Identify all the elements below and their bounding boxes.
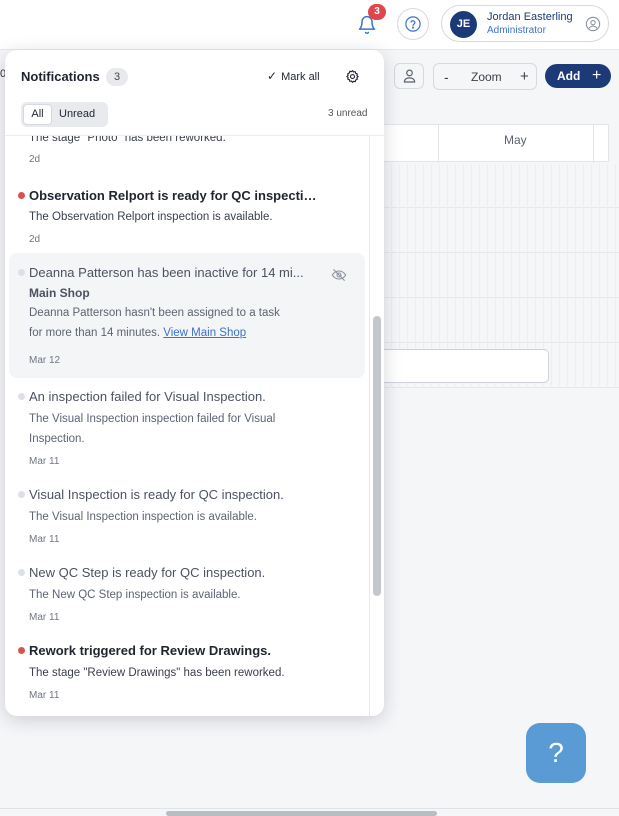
zoom-out-button[interactable]: - [444, 69, 449, 85]
notification-body: Deanna Patterson hasn't been assigned to… [29, 307, 280, 319]
help-circle-icon [405, 16, 421, 32]
notification-time: Mar 11 [29, 690, 60, 701]
notification-body: The Observation Relport inspection is av… [29, 211, 273, 223]
zoom-in-button[interactable]: + [520, 68, 529, 85]
notification-item[interactable]: Visual Inspection is ready for QC inspec… [5, 476, 365, 554]
notification-body: The stage "Photo" has been reworked. [29, 136, 226, 144]
vertical-scrollbar-thumb[interactable] [373, 316, 381, 596]
notification-body: The stage "Review Drawings" has been rew… [29, 667, 285, 679]
notification-title: Deanna Patterson has been inactive for 1… [29, 265, 304, 280]
read-indicator [18, 269, 25, 276]
mark-all-button[interactable]: ✓ Mark all [267, 69, 320, 83]
footer-divider [0, 808, 619, 809]
notification-time: 2d [29, 154, 41, 165]
filter-unread-tab[interactable]: Unread [59, 108, 95, 120]
notification-body: The New QC Step inspection is available. [29, 589, 241, 601]
notification-body: The Visual Inspection inspection failed … [29, 413, 276, 425]
popover-title: Notifications [21, 69, 100, 84]
notification-time: Mar 11 [29, 456, 60, 467]
unread-summary: 3 unread [328, 108, 368, 119]
header-divider [438, 125, 439, 163]
notification-count: 3 [106, 68, 128, 86]
notification-time: Mar 11 [29, 534, 60, 545]
zoom-label: Zoom [471, 70, 502, 84]
header-divider [593, 125, 594, 163]
unread-indicator [18, 647, 25, 654]
notification-title: New QC Step is ready for QC inspection. [29, 565, 266, 580]
timeline-board: May [383, 124, 619, 388]
eye-off-icon[interactable] [331, 267, 347, 283]
user-name: Jordan Easterling [487, 11, 573, 23]
help-button[interactable] [397, 8, 429, 40]
board-toolbar: - Zoom + Add + [380, 52, 619, 100]
notification-subtitle: Main Shop [29, 286, 90, 300]
notification-list: The stage "Photo" has been reworked. 2d … [5, 136, 369, 716]
plus-icon: + [592, 67, 602, 84]
notification-item[interactable]: An inspection failed for Visual Inspecti… [5, 378, 365, 478]
notification-item[interactable]: Rework triggered for Review Drawings. Th… [5, 632, 365, 712]
notification-item[interactable]: Observation Relport is ready for QC insp… [5, 176, 365, 256]
notification-body-line2: for more than 14 minutes. View Main Shop [29, 323, 246, 343]
top-bar: 3 JE Jordan Easterling Administrator [0, 0, 619, 50]
user-role: Administrator [487, 25, 546, 36]
notification-filter: All Unread [21, 102, 108, 127]
notification-title: Visual Inspection is ready for QC inspec… [29, 487, 284, 502]
checkmark-icon: ✓ [267, 69, 278, 83]
help-fab-button[interactable]: ? [526, 723, 586, 783]
person-icon [403, 69, 416, 83]
notifications-popover: Notifications 3 ✓ Mark all All Unread 3 u… [5, 50, 384, 716]
notification-time: Mar 11 [29, 612, 60, 623]
notification-body-line2: Inspection. [29, 433, 85, 445]
month-label: May [504, 133, 527, 147]
notification-body: The Visual Inspection inspection is avai… [29, 511, 258, 523]
add-button[interactable]: Add + [545, 64, 611, 88]
notification-item[interactable]: The stage "Photo" has been reworked. 2d [5, 136, 365, 172]
timeline-header: May [383, 124, 609, 163]
notification-title: An inspection failed for Visual Inspecti… [29, 389, 266, 404]
notification-count-badge: 3 [368, 4, 386, 20]
avatar: JE [450, 11, 477, 38]
notification-item[interactable]: New QC Step is ready for QC inspection. … [5, 554, 365, 632]
board-input-field[interactable] [383, 349, 549, 383]
mark-all-label: Mark all [281, 71, 320, 83]
notification-time: 2d [29, 234, 41, 245]
view-main-shop-link[interactable]: View Main Shop [163, 327, 246, 339]
add-button-label: Add [557, 69, 581, 83]
notification-title: Observation Relport is ready for QC insp… [29, 188, 319, 203]
gear-icon[interactable] [345, 69, 360, 84]
read-indicator [18, 491, 25, 498]
notification-time: Mar 12 [29, 355, 61, 366]
notification-title: Rework triggered for Review Drawings. [29, 643, 272, 658]
notification-item[interactable]: Deanna Patterson has been inactive for 1… [9, 253, 365, 378]
notification-body-text: for more than 14 minutes. [29, 327, 161, 339]
zoom-control: - Zoom + [433, 63, 537, 90]
unread-indicator [18, 192, 25, 199]
horizontal-scrollbar[interactable] [166, 811, 437, 816]
assignee-filter-button[interactable] [394, 63, 424, 89]
filter-all-tab[interactable]: All [23, 104, 52, 125]
user-menu[interactable]: JE Jordan Easterling Administrator [441, 5, 609, 42]
user-circle-icon [585, 16, 601, 32]
read-indicator [18, 393, 25, 400]
read-indicator [18, 569, 25, 576]
